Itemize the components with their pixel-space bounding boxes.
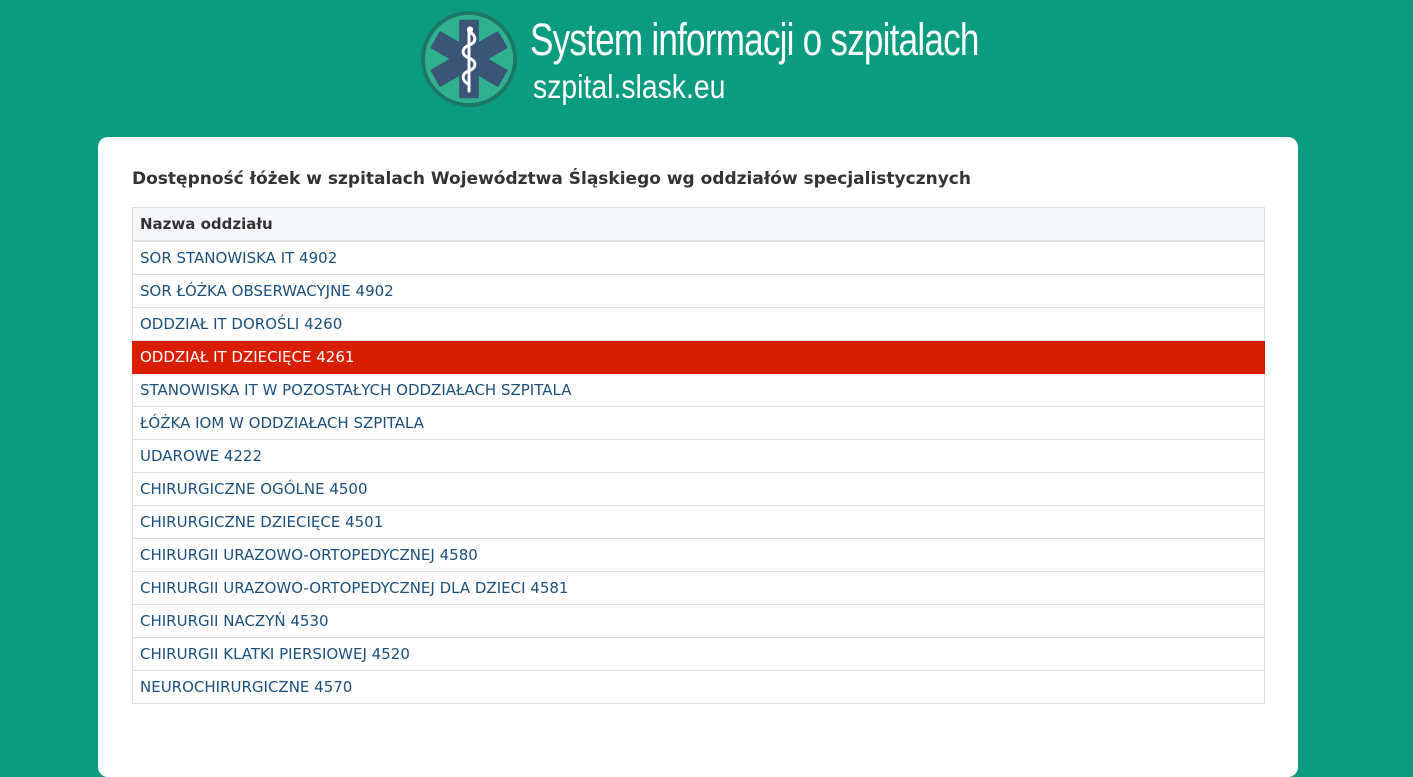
table-header-row: Nazwa oddziału	[132, 207, 1265, 242]
ward-name-link[interactable]: SOR STANOWISKA IT 4902	[132, 240, 1265, 275]
page-title: Dostępność łóżek w szpitalach Województw…	[132, 169, 971, 189]
site-header: System informacji o szpitalach szpital.s…	[0, 0, 1413, 137]
ward-name-link[interactable]: CHIRURGICZNE OGÓLNE 4500	[132, 472, 1265, 506]
ward-name-link[interactable]: ODDZIAŁ IT DZIECIĘCE 4261	[132, 340, 1265, 374]
table-row[interactable]: ŁÓŻKA IOM W ODDZIAŁACH SZPITALA	[132, 406, 1265, 440]
table-row[interactable]: CHIRURGII KLATKI PIERSIOWEJ 4520	[132, 637, 1265, 671]
wards-table: Nazwa oddziału SOR STANOWISKA IT 4902 SOR…	[132, 207, 1265, 704]
column-header-ward-name[interactable]: Nazwa oddziału	[132, 207, 1265, 242]
table-row[interactable]: UDAROWE 4222	[132, 439, 1265, 473]
table-row[interactable]: SOR ŁÓŻKA OBSERWACYJNE 4902	[132, 274, 1265, 308]
table-row[interactable]: ODDZIAŁ IT DOROŚLI 4260	[132, 307, 1265, 341]
ward-name-link[interactable]: SOR ŁÓŻKA OBSERWACYJNE 4902	[132, 274, 1265, 308]
ward-name-link[interactable]: ŁÓŻKA IOM W ODDZIAŁACH SZPITALA	[132, 406, 1265, 440]
ward-name-link[interactable]: CHIRURGII NACZYŃ 4530	[132, 604, 1265, 638]
ward-name-link[interactable]: NEUROCHIRURGICZNE 4570	[132, 670, 1265, 704]
ward-name-link[interactable]: STANOWISKA IT W POZOSTAŁYCH ODDZIAŁACH S…	[132, 373, 1265, 407]
ward-name-link[interactable]: CHIRURGII KLATKI PIERSIOWEJ 4520	[132, 637, 1265, 671]
table-row[interactable]: STANOWISKA IT W POZOSTAŁYCH ODDZIAŁACH S…	[132, 373, 1265, 407]
table-row[interactable]: SOR STANOWISKA IT 4902	[132, 240, 1265, 275]
table-row[interactable]: CHIRURGII URAZOWO-ORTOPEDYCZNEJ 4580	[132, 538, 1265, 572]
ward-name-link[interactable]: CHIRURGII URAZOWO-ORTOPEDYCZNEJ DLA DZIE…	[132, 571, 1265, 605]
table-row[interactable]: ODDZIAŁ IT DZIECIĘCE 4261	[132, 340, 1265, 374]
content-card: Dostępność łóżek w szpitalach Województw…	[98, 137, 1298, 777]
site-domain: szpital.slask.eu	[533, 68, 726, 105]
table-row[interactable]: NEUROCHIRURGICZNE 4570	[132, 670, 1265, 704]
table-row[interactable]: CHIRURGICZNE OGÓLNE 4500	[132, 472, 1265, 506]
table-row[interactable]: CHIRURGII URAZOWO-ORTOPEDYCZNEJ DLA DZIE…	[132, 571, 1265, 605]
ward-name-link[interactable]: ODDZIAŁ IT DOROŚLI 4260	[132, 307, 1265, 341]
ward-name-link[interactable]: UDAROWE 4222	[132, 439, 1265, 473]
table-row[interactable]: CHIRURGICZNE DZIECIĘCE 4501	[132, 505, 1265, 539]
ward-name-link[interactable]: CHIRURGII URAZOWO-ORTOPEDYCZNEJ 4580	[132, 538, 1265, 572]
site-title: System informacji o szpitalach	[530, 14, 979, 65]
site-logo[interactable]: System informacji o szpitalach szpital.s…	[420, 9, 980, 109]
table-row[interactable]: CHIRURGII NACZYŃ 4530	[132, 604, 1265, 638]
ward-name-link[interactable]: CHIRURGICZNE DZIECIĘCE 4501	[132, 505, 1265, 539]
star-of-life-icon	[420, 10, 518, 108]
